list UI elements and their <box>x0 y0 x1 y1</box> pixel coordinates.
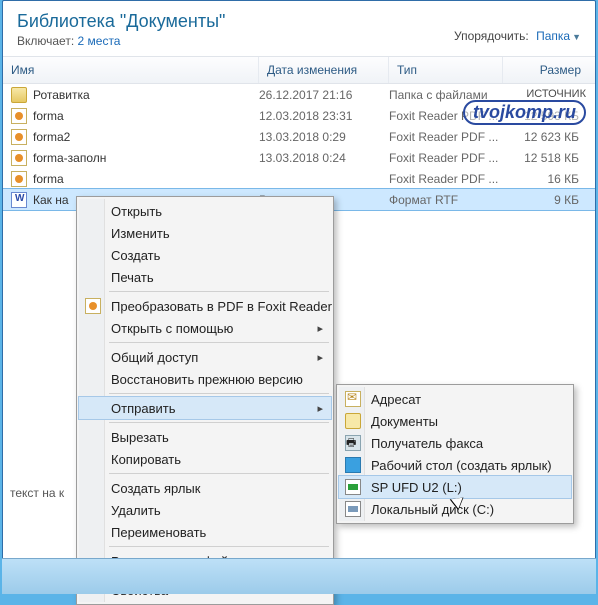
pdf-icon <box>11 108 27 124</box>
file-row[interactable]: forma-заполн13.03.2018 0:24Foxit Reader … <box>3 147 595 168</box>
submenu-send-to[interactable]: АдресатДокументыПолучатель факсаРабочий … <box>336 384 574 524</box>
menu-item[interactable]: Открыть <box>79 200 331 222</box>
column-headers: Имя Дата изменения Тип Размер <box>3 56 595 84</box>
menu-item[interactable]: Печать <box>79 266 331 288</box>
includes-link[interactable]: 2 места <box>78 34 121 48</box>
col-size[interactable]: Размер <box>503 57 589 83</box>
hdd-icon <box>345 501 361 517</box>
rtf-icon <box>11 192 27 208</box>
folder-icon <box>11 87 27 103</box>
menu-item[interactable]: Вырезать <box>79 426 331 448</box>
fax-icon <box>345 435 361 451</box>
file-row[interactable]: formaFoxit Reader PDF ...16 КБ <box>3 168 595 189</box>
taskbar[interactable] <box>2 558 596 594</box>
menu-item[interactable]: Восстановить прежнюю версию <box>79 368 331 390</box>
menu-item[interactable]: Копировать <box>79 448 331 470</box>
context-menu[interactable]: ОткрытьИзменитьСоздатьПечать Преобразоват… <box>76 196 334 605</box>
file-row[interactable]: forma12.03.2018 23:31Foxit Reader PDF ..… <box>3 105 595 126</box>
menu-separator <box>109 291 329 292</box>
submenu-item[interactable]: Адресат <box>339 388 571 410</box>
file-row[interactable]: Ротавитка26.12.2017 21:16Папка с файлами <box>3 84 595 105</box>
pdf-icon <box>11 150 27 166</box>
menu-separator <box>109 546 329 547</box>
menu-item[interactable]: Открыть с помощью <box>79 317 331 339</box>
pdf-icon <box>11 171 27 187</box>
menu-separator <box>109 422 329 423</box>
menu-item[interactable]: Удалить <box>79 499 331 521</box>
menu-item[interactable]: Создать ярлык <box>79 477 331 499</box>
submenu-item[interactable]: Документы <box>339 410 571 432</box>
submenu-item[interactable]: Получатель факса <box>339 432 571 454</box>
menu-item[interactable]: Создать <box>79 244 331 266</box>
submenu-item[interactable]: Локальный диск (C:) <box>339 498 571 520</box>
menu-item[interactable]: Преобразовать в PDF в Foxit Reader <box>79 295 331 317</box>
menu-item[interactable]: Изменить <box>79 222 331 244</box>
menu-separator <box>109 393 329 394</box>
sort-dropdown[interactable]: Папка▼ <box>536 29 581 43</box>
pdf-icon <box>11 129 27 145</box>
desk-icon <box>345 457 361 473</box>
usb-icon <box>345 479 361 495</box>
col-type[interactable]: Тип <box>389 57 503 83</box>
menu-item[interactable]: Переименовать <box>79 521 331 543</box>
menu-separator <box>109 473 329 474</box>
doc-icon <box>345 413 361 429</box>
background-text: текст на к <box>10 486 64 500</box>
menu-item[interactable]: Отправить <box>79 397 331 419</box>
file-row[interactable]: forma213.03.2018 0:29Foxit Reader PDF ..… <box>3 126 595 147</box>
col-name[interactable]: Имя <box>3 57 259 83</box>
submenu-item[interactable]: Рабочий стол (создать ярлык) <box>339 454 571 476</box>
mail-icon <box>345 391 361 407</box>
menu-separator <box>109 342 329 343</box>
sort-bar: Упорядочить: Папка▼ <box>454 29 581 43</box>
submenu-item[interactable]: SP UFD U2 (L:) <box>339 476 571 498</box>
menu-item[interactable]: Общий доступ <box>79 346 331 368</box>
pdf-icon <box>85 298 101 314</box>
col-date[interactable]: Дата изменения <box>259 57 389 83</box>
